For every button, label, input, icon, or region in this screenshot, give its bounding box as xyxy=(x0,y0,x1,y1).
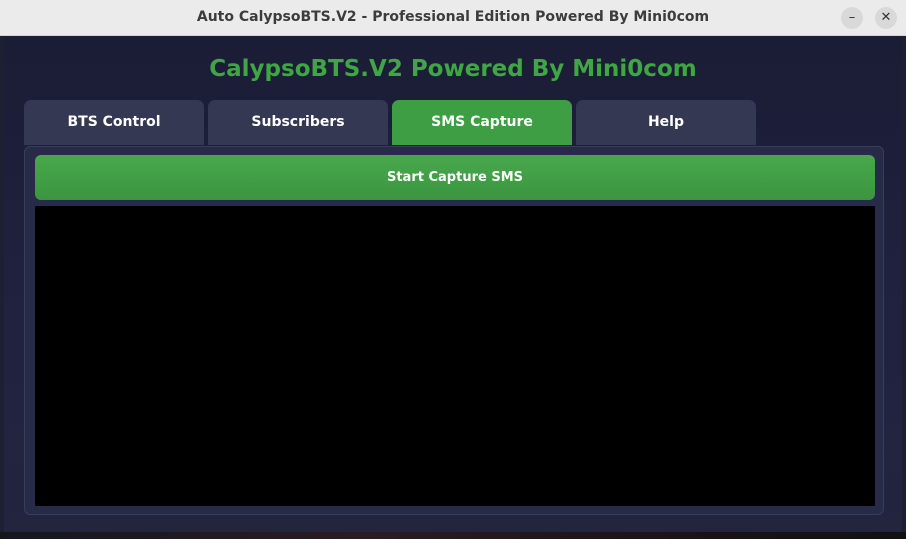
tab-subscribers[interactable]: Subscribers xyxy=(208,100,388,145)
close-button[interactable]: ✕ xyxy=(875,7,897,29)
sms-log-output[interactable] xyxy=(35,206,875,506)
app-client-area: CalypsoBTS.V2 Powered By Mini0com BTS Co… xyxy=(4,36,902,539)
window-titlebar[interactable]: Auto CalypsoBTS.V2 - Professional Editio… xyxy=(0,0,906,36)
tab-help[interactable]: Help xyxy=(576,100,756,145)
tab-bts-control[interactable]: BTS Control xyxy=(24,100,204,145)
window-title: Auto CalypsoBTS.V2 - Professional Editio… xyxy=(196,9,710,25)
start-capture-sms-button[interactable]: Start Capture SMS xyxy=(35,155,875,200)
app-window: Auto CalypsoBTS.V2 - Professional Editio… xyxy=(0,0,906,539)
close-icon: ✕ xyxy=(880,10,892,25)
app-header-title: CalypsoBTS.V2 Powered By Mini0com xyxy=(209,56,697,82)
tab-sms-capture[interactable]: SMS Capture xyxy=(392,100,572,145)
sms-capture-panel: Start Capture SMS xyxy=(24,146,884,515)
minimize-icon: – xyxy=(848,10,856,25)
minimize-button[interactable]: – xyxy=(841,7,863,29)
desktop-background-strip xyxy=(0,532,906,539)
